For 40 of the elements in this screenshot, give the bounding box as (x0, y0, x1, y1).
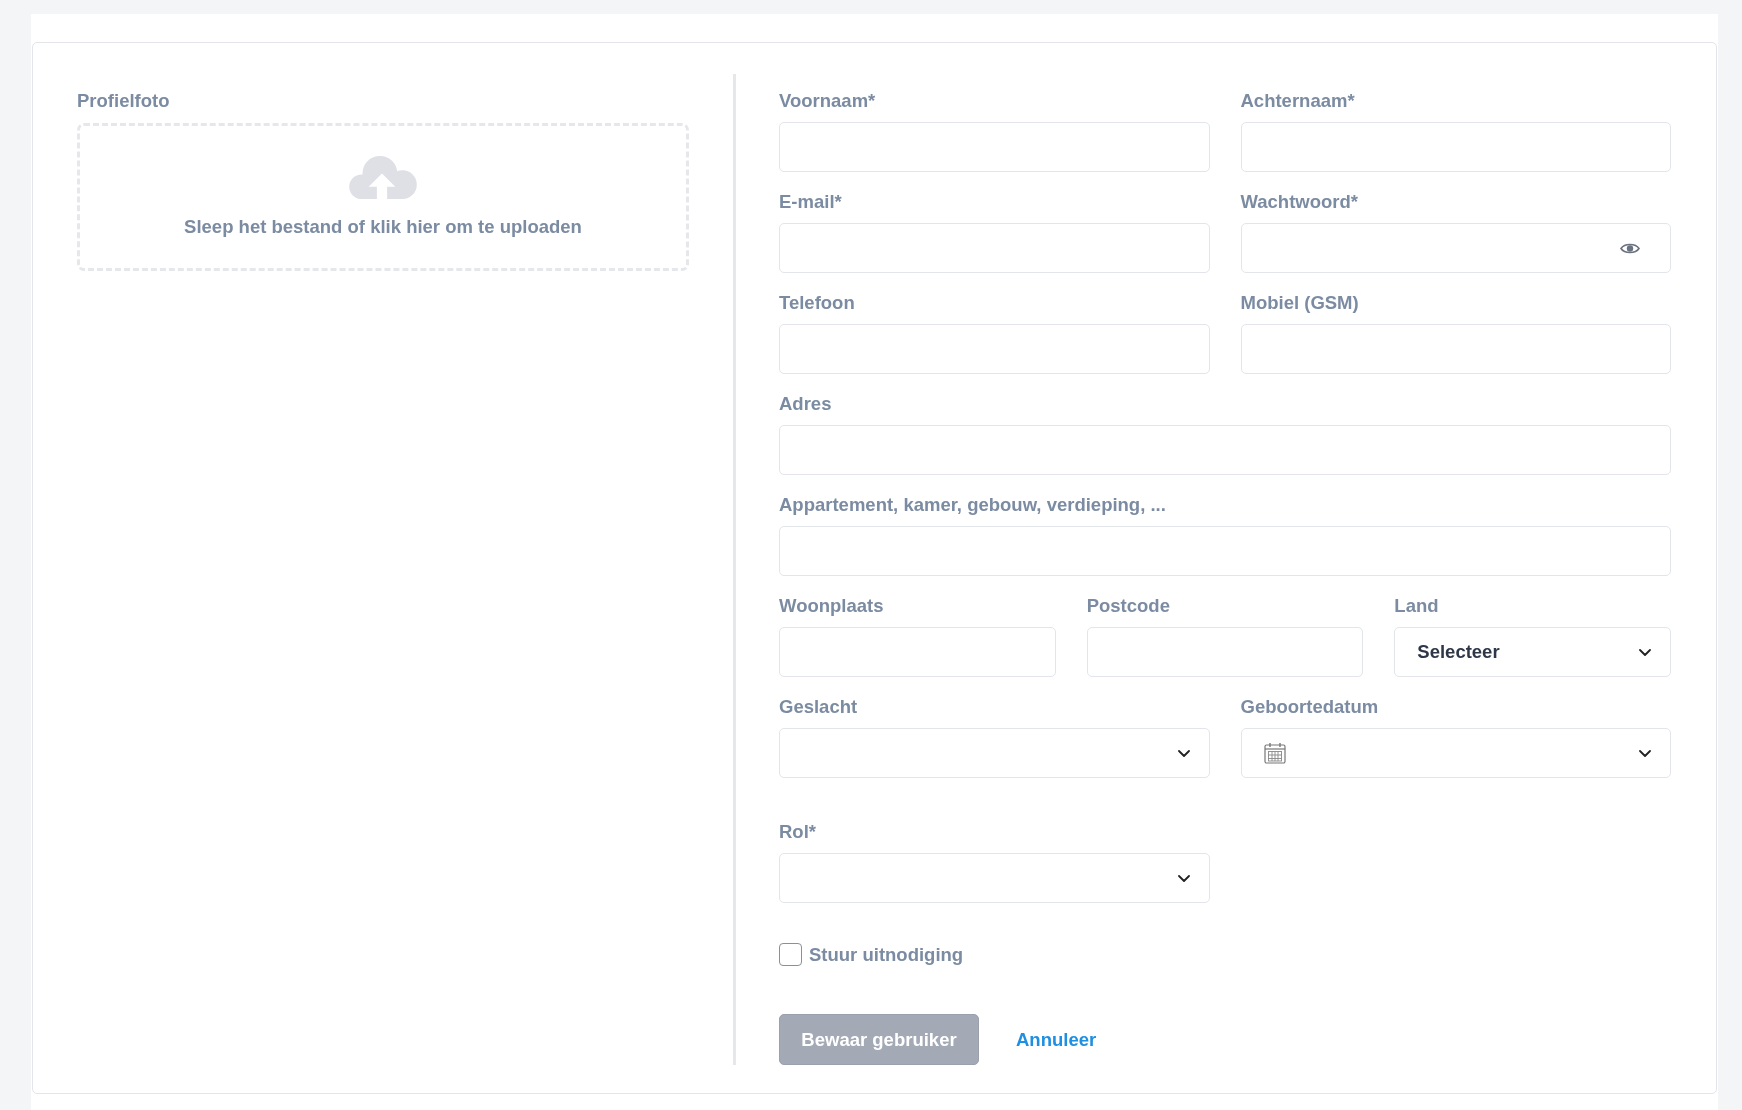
chevron-down-icon (1639, 749, 1651, 757)
cancel-link[interactable]: Annuleer (1016, 1028, 1097, 1051)
cloud-upload-icon (347, 156, 419, 199)
input-field[interactable] (779, 627, 1056, 677)
chevron-down-icon (1639, 648, 1651, 656)
select-field[interactable]: Selecteer (1394, 627, 1671, 677)
select-field[interactable] (779, 728, 1210, 778)
chevron-down-icon (1177, 874, 1190, 882)
field-label: Voornaam* (779, 90, 876, 112)
field-label: Mobiel (GSM) (1240, 292, 1359, 314)
field-label: Appartement, kamer, gebouw, verdieping, ... (779, 494, 1166, 516)
field-label: Woonplaats (779, 595, 884, 617)
field-label: Profielfoto (77, 90, 170, 112)
field-label: Land (1394, 595, 1439, 617)
field-label: E-mail* (779, 191, 842, 213)
field-label: Geboortedatum (1240, 696, 1379, 718)
field-label: Achternaam* (1240, 90, 1355, 112)
input-field[interactable] (779, 122, 1210, 172)
select-field[interactable] (779, 853, 1210, 903)
chevron-down-icon (1177, 749, 1190, 757)
upload-dropzone[interactable]: Sleep het bestand of klik hier om te uploaden (77, 123, 689, 271)
eye-icon[interactable] (1620, 241, 1640, 255)
checkbox-label: Stuur uitnodiging (809, 943, 964, 966)
input-field[interactable] (779, 526, 1671, 576)
field-label: Postcode (1086, 595, 1170, 617)
input-field[interactable] (779, 223, 1210, 273)
input-field[interactable] (1240, 122, 1671, 172)
field-label: Adres (779, 393, 832, 415)
input-field[interactable] (779, 425, 1671, 475)
date-field[interactable] (1240, 728, 1671, 778)
calendar-icon (1263, 742, 1286, 764)
input-field[interactable] (1086, 627, 1364, 677)
input-field[interactable] (779, 324, 1210, 374)
input-field[interactable] (1240, 324, 1671, 374)
field-label: Wachtwoord* (1240, 191, 1358, 213)
field-label: Geslacht (779, 696, 858, 718)
field-label: Rol* (779, 821, 816, 843)
checkbox[interactable] (779, 943, 802, 966)
password-field[interactable] (1240, 223, 1671, 273)
field-label: Telefoon (779, 292, 855, 314)
